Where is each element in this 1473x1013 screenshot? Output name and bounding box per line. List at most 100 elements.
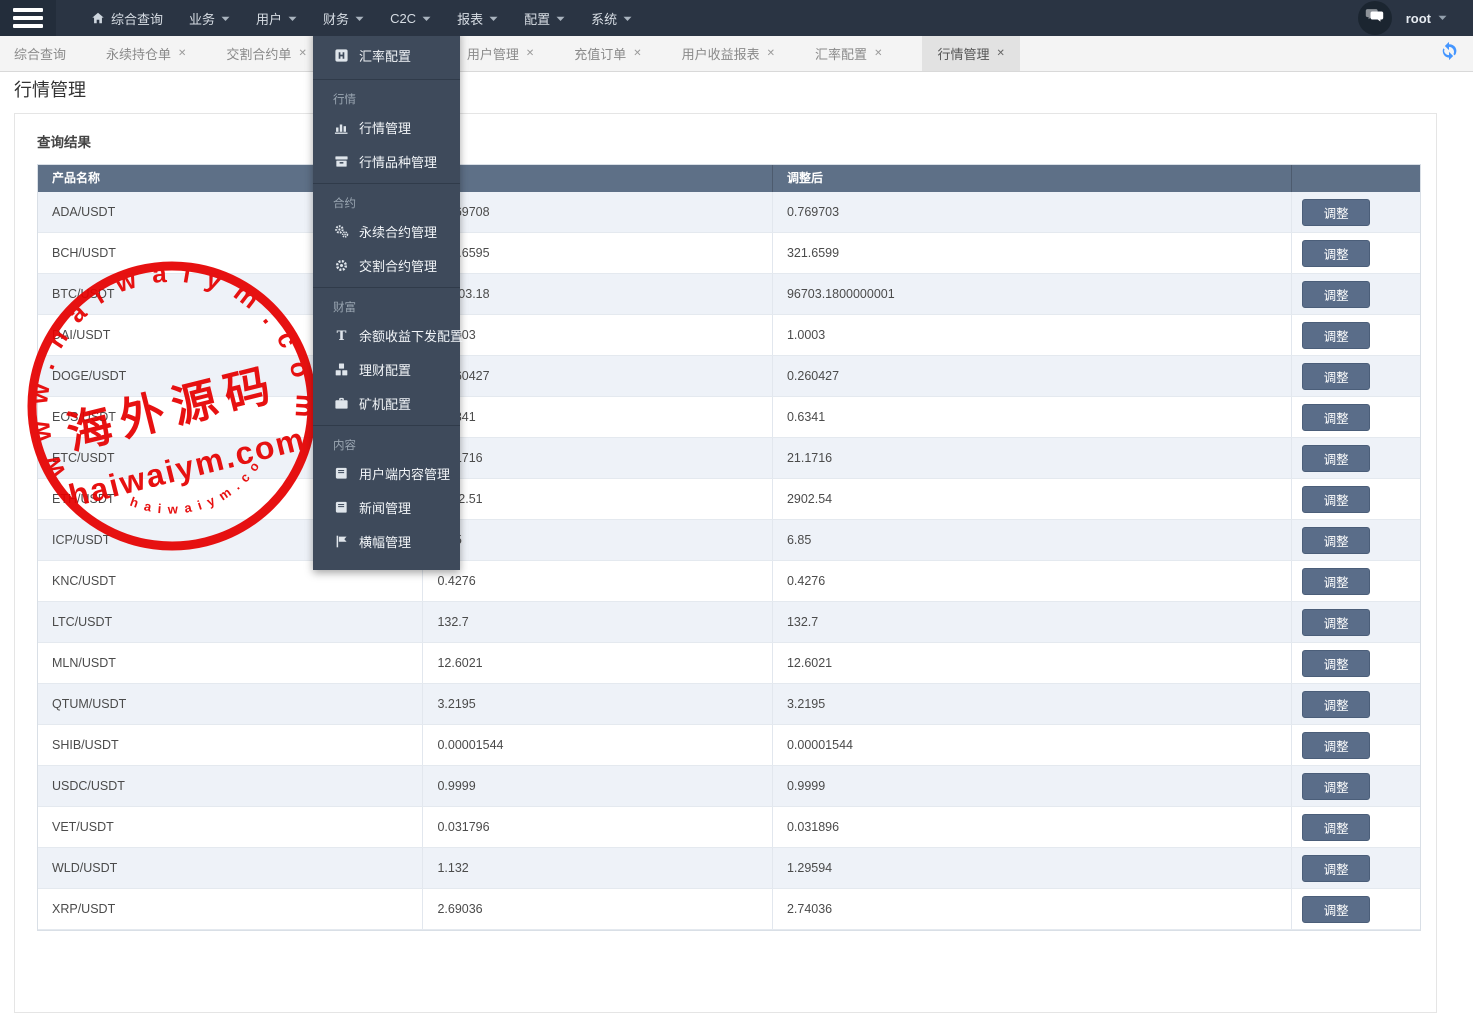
adjust-button[interactable]: 调整 bbox=[1302, 486, 1370, 513]
refresh-button[interactable] bbox=[1439, 36, 1473, 71]
dropdown-item-1-1[interactable]: 行情品种管理 bbox=[313, 144, 460, 178]
nav-item-label: 报表 bbox=[457, 9, 483, 28]
adjust-button[interactable]: 调整 bbox=[1302, 732, 1370, 759]
dropdown-section-header: 财富 bbox=[313, 288, 460, 318]
product-name-cell: QTUM/USDT bbox=[38, 684, 423, 724]
close-icon[interactable]: ✕ bbox=[298, 48, 306, 59]
nav-item-5[interactable]: 报表 bbox=[444, 0, 511, 36]
tab-4[interactable]: 充值订单 ✕ bbox=[574, 36, 641, 71]
before-value-cell: 132.7 bbox=[423, 602, 773, 642]
adjust-button[interactable]: 调整 bbox=[1302, 773, 1370, 800]
dropdown-item-4-1[interactable]: 新闻管理 bbox=[313, 490, 460, 524]
tab-3[interactable]: 用户管理 ✕ bbox=[467, 36, 534, 71]
action-cell: 调整 bbox=[1292, 438, 1420, 478]
nav-item-6[interactable]: 配置 bbox=[511, 0, 578, 36]
after-value-cell: 0.00001544 bbox=[773, 725, 1292, 765]
tab-label: 用户管理 bbox=[467, 44, 519, 63]
adjust-button[interactable]: 调整 bbox=[1302, 404, 1370, 431]
adjust-button[interactable]: 调整 bbox=[1302, 445, 1370, 472]
after-value-cell: 0.9999 bbox=[773, 766, 1292, 806]
close-icon[interactable]: ✕ bbox=[767, 48, 775, 59]
h-square-icon bbox=[333, 48, 349, 63]
adjust-button[interactable]: 调整 bbox=[1302, 527, 1370, 554]
nav-item-0[interactable]: 综合查询 bbox=[78, 0, 176, 36]
tab-6[interactable]: 汇率配置✕ bbox=[815, 36, 882, 71]
dropdown-item-label: 行情品种管理 bbox=[359, 152, 437, 171]
adjust-button[interactable]: 调整 bbox=[1302, 691, 1370, 718]
tab-label: 充值订单 bbox=[574, 44, 626, 63]
dropdown-item-2-0[interactable]: 永续合约管理 bbox=[313, 214, 460, 248]
dropdown-item-label: 理财配置 bbox=[359, 360, 411, 379]
dropdown-item-4-0[interactable]: 用户端内容管理 bbox=[313, 456, 460, 490]
tab-0[interactable]: 综合查询 bbox=[14, 36, 66, 71]
close-icon[interactable]: ✕ bbox=[178, 48, 186, 59]
chevron-down-icon bbox=[489, 16, 498, 22]
before-value-cell: 2902.51 bbox=[423, 479, 773, 519]
close-icon[interactable]: ✕ bbox=[874, 48, 882, 59]
after-value-cell: 0.031896 bbox=[773, 807, 1292, 847]
tab-1[interactable]: 永续持仓单✕ bbox=[106, 36, 186, 71]
svg-text:T: T bbox=[336, 328, 346, 342]
adjust-button[interactable]: 调整 bbox=[1302, 322, 1370, 349]
before-value-cell: 1.0003 bbox=[423, 315, 773, 355]
before-value-cell: 3.2195 bbox=[423, 684, 773, 724]
chevron-down-icon bbox=[556, 16, 565, 22]
adjust-button[interactable]: 调整 bbox=[1302, 650, 1370, 677]
after-value-cell: 132.7 bbox=[773, 602, 1292, 642]
nav-menu: 综合查询业务用户财务C2C 报表 配置系统 bbox=[78, 0, 645, 36]
table-row: ADA/USDT0.7697080.769703调整 bbox=[38, 192, 1420, 233]
adjust-button[interactable]: 调整 bbox=[1302, 568, 1370, 595]
nav-item-4[interactable]: C2C bbox=[377, 0, 444, 36]
action-cell: 调整 bbox=[1292, 479, 1420, 519]
adjust-button[interactable]: 调整 bbox=[1302, 896, 1370, 923]
tab-7[interactable]: 行情管理✕ bbox=[922, 36, 1019, 71]
close-icon[interactable]: ✕ bbox=[996, 48, 1004, 59]
adjust-button[interactable]: 调整 bbox=[1302, 199, 1370, 226]
flag-icon bbox=[333, 534, 349, 549]
dropdown-item-0-0[interactable]: 汇率配置 bbox=[313, 36, 460, 74]
product-name-cell: XRP/USDT bbox=[38, 889, 423, 929]
action-cell: 调整 bbox=[1292, 233, 1420, 273]
bar-chart-icon bbox=[333, 120, 349, 135]
action-cell: 调整 bbox=[1292, 807, 1420, 847]
adjust-button[interactable]: 调整 bbox=[1302, 281, 1370, 308]
adjust-button[interactable]: 调整 bbox=[1302, 855, 1370, 882]
close-icon[interactable]: ✕ bbox=[633, 48, 641, 59]
nav-item-7[interactable]: 系统 bbox=[578, 0, 645, 36]
chat-button[interactable] bbox=[1358, 1, 1392, 35]
dropdown-item-3-2[interactable]: 矿机配置 bbox=[313, 386, 460, 420]
tab-5[interactable]: 用户收益报表 ✕ bbox=[682, 36, 775, 71]
panel-title: 查询结果 bbox=[15, 114, 1436, 164]
table-row: DAI/USDT1.00031.0003调整 bbox=[38, 315, 1420, 356]
nav-item-3[interactable]: 财务 bbox=[310, 0, 377, 36]
tab-label: 用户收益报表 bbox=[682, 44, 760, 63]
product-name-cell: MLN/USDT bbox=[38, 643, 423, 683]
after-value-cell: 12.6021 bbox=[773, 643, 1292, 683]
chevron-down-icon bbox=[623, 16, 632, 22]
nav-item-2[interactable]: 用户 bbox=[243, 0, 310, 36]
tab-label: 综合查询 bbox=[14, 44, 66, 63]
page-title: 行情管理 bbox=[14, 76, 86, 102]
close-icon[interactable]: ✕ bbox=[526, 48, 534, 59]
user-menu[interactable]: root bbox=[1406, 11, 1447, 26]
adjust-button[interactable]: 调整 bbox=[1302, 814, 1370, 841]
market-table: 产品名称调整后 ADA/USDT0.7697080.769703调整BCH/US… bbox=[37, 164, 1421, 931]
after-value-cell: 96703.1800000001 bbox=[773, 274, 1292, 314]
dropdown-item-3-1[interactable]: 理财配置 bbox=[313, 352, 460, 386]
adjust-button[interactable]: 调整 bbox=[1302, 609, 1370, 636]
dropdown-item-3-0[interactable]: T余额收益下发配置 bbox=[313, 318, 460, 352]
dropdown-item-2-1[interactable]: 交割合约管理 bbox=[313, 248, 460, 282]
dropdown-item-1-0[interactable]: 行情管理 bbox=[313, 110, 460, 144]
table-row: ETH/USDT2902.512902.54调整 bbox=[38, 479, 1420, 520]
before-value-cell: 0.00001544 bbox=[423, 725, 773, 765]
table-body: ADA/USDT0.7697080.769703调整BCH/USDT321.65… bbox=[38, 192, 1420, 930]
table-row: SHIB/USDT0.000015440.00001544调整 bbox=[38, 725, 1420, 766]
dropdown-item-4-2[interactable]: 横幅管理 bbox=[313, 524, 460, 558]
tab-2[interactable]: 交割合约单✕ bbox=[226, 36, 306, 71]
menu-icon[interactable] bbox=[0, 0, 56, 36]
nav-item-1[interactable]: 业务 bbox=[176, 0, 243, 36]
adjust-button[interactable]: 调整 bbox=[1302, 363, 1370, 390]
adjust-button[interactable]: 调整 bbox=[1302, 240, 1370, 267]
dropdown-item-label: 横幅管理 bbox=[359, 532, 411, 551]
action-cell: 调整 bbox=[1292, 192, 1420, 232]
